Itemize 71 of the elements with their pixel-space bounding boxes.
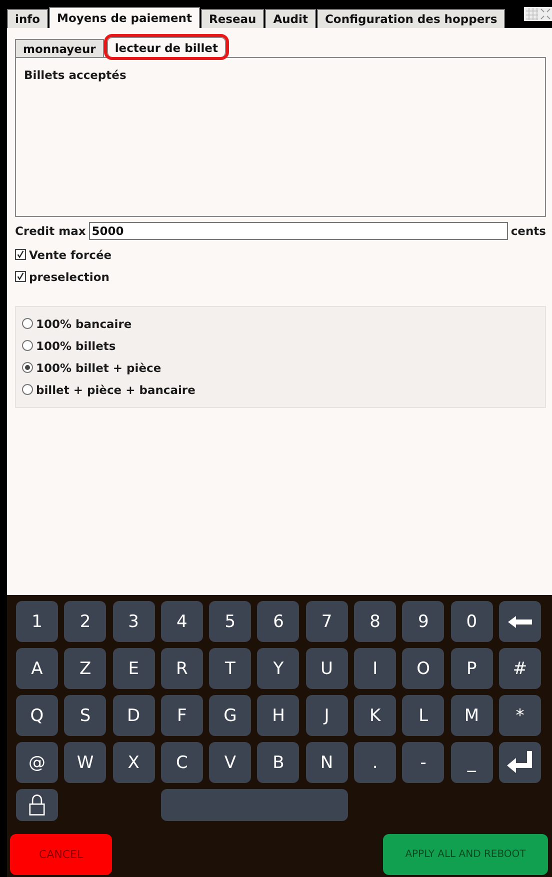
key[interactable]: K: [354, 695, 396, 736]
key[interactable]: 3: [112, 601, 155, 642]
key[interactable]: 6: [257, 601, 300, 642]
radio-button[interactable]: [22, 384, 33, 395]
checkbox-label: preselection: [29, 270, 110, 284]
key[interactable]: R: [160, 648, 203, 689]
field-label: Credit max: [15, 224, 86, 238]
key[interactable]: Z: [64, 648, 106, 689]
key[interactable]: 9: [402, 601, 444, 642]
checkbox[interactable]: [15, 249, 26, 260]
radio-label: 100% bancaire: [36, 316, 132, 330]
key[interactable]: T: [209, 648, 252, 689]
radio-button[interactable]: [22, 340, 33, 351]
key[interactable]: 8: [354, 601, 396, 642]
key[interactable]: X: [112, 742, 155, 783]
key[interactable]: I: [354, 648, 396, 689]
tab[interactable]: monnayeur: [15, 39, 104, 57]
key[interactable]: _: [450, 742, 493, 783]
key[interactable]: A: [16, 648, 58, 689]
key[interactable]: 1: [16, 601, 58, 642]
left-arrow-icon: [508, 616, 532, 628]
key[interactable]: #: [498, 648, 541, 689]
tab[interactable]: Moyens de paiement: [49, 7, 200, 28]
key[interactable]: L: [402, 695, 444, 736]
radio-label: 100% billet + pièce: [36, 360, 162, 374]
key[interactable]: J: [306, 695, 348, 736]
key[interactable]: *: [498, 695, 541, 736]
tab[interactable]: Audit: [265, 9, 316, 28]
key[interactable]: E: [112, 648, 155, 689]
checkbox[interactable]: [15, 271, 26, 282]
key[interactable]: D: [112, 695, 155, 736]
key[interactable]: P: [450, 648, 493, 689]
padlock-icon: [29, 794, 45, 816]
radio-label: billet + pièce + bancaire: [36, 382, 196, 396]
enter-key[interactable]: [498, 742, 541, 783]
key[interactable]: 0: [450, 601, 493, 642]
tab[interactable]: info: [7, 9, 48, 28]
key[interactable]: Y: [257, 648, 300, 689]
key[interactable]: O: [402, 648, 444, 689]
backspace-key[interactable]: [498, 601, 541, 642]
radio-label: 100% billets: [36, 338, 116, 352]
key[interactable]: Q: [16, 695, 58, 736]
key[interactable]: B: [257, 742, 300, 783]
key[interactable]: G: [209, 695, 252, 736]
key[interactable]: F: [160, 695, 203, 736]
checkbox-label: Vente forcée: [29, 248, 112, 262]
key[interactable]: V: [209, 742, 252, 783]
key[interactable]: 2: [64, 601, 106, 642]
key[interactable]: H: [257, 695, 300, 736]
key[interactable]: 4: [160, 601, 203, 642]
key[interactable]: @: [16, 742, 58, 783]
key[interactable]: M: [450, 695, 493, 736]
unit-label: cents: [510, 224, 546, 238]
key[interactable]: 5: [209, 601, 252, 642]
tab[interactable]: lecteur de billet: [106, 37, 226, 57]
tab[interactable]: Reseau: [200, 9, 264, 28]
key[interactable]: 7: [306, 601, 348, 642]
radio-button[interactable]: [22, 362, 33, 373]
key[interactable]: -: [402, 742, 444, 783]
key[interactable]: S: [64, 695, 106, 736]
input-field[interactable]: 5000: [88, 222, 508, 240]
radio-button[interactable]: [22, 318, 33, 329]
key[interactable]: .: [354, 742, 396, 783]
key[interactable]: C: [160, 742, 203, 783]
return-arrow-icon: [506, 750, 533, 774]
lock-key[interactable]: [16, 789, 58, 820]
key[interactable]: W: [64, 742, 106, 783]
key[interactable]: N: [306, 742, 348, 783]
tab[interactable]: Configuration des hoppers: [316, 9, 506, 28]
key[interactable]: U: [306, 648, 348, 689]
panel-title: Billets acceptés: [24, 68, 126, 82]
